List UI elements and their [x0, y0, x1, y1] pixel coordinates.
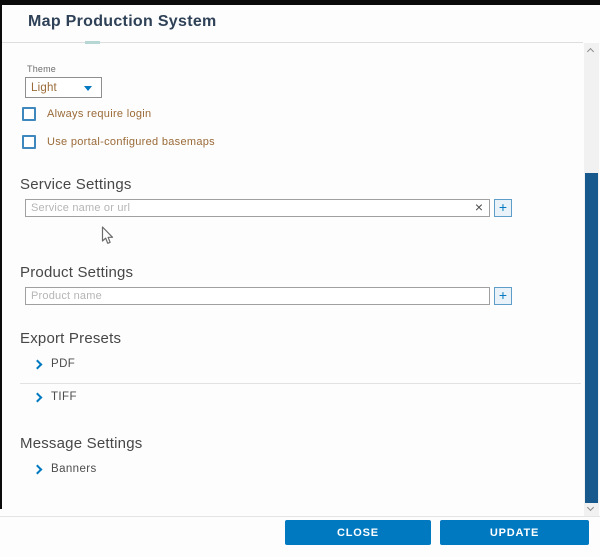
message-banners-label: Banners — [51, 463, 97, 475]
scrollbar-thumb[interactable] — [585, 173, 598, 503]
theme-select[interactable]: Light — [25, 77, 102, 98]
preset-divider — [20, 383, 581, 384]
scroll-down-arrow-icon[interactable] — [584, 502, 599, 516]
export-presets-heading: Export Presets — [20, 330, 121, 347]
chevron-right-icon — [33, 393, 43, 403]
add-product-button[interactable]: + — [494, 287, 512, 305]
update-button[interactable]: UPDATE — [440, 520, 589, 545]
service-name-input[interactable] — [25, 199, 490, 217]
footer-divider — [0, 516, 600, 517]
theme-selected-value: Light — [31, 82, 57, 94]
scrolled-content-remnant — [85, 41, 100, 44]
portal-basemaps-label: Use portal-configured basemaps — [47, 136, 215, 148]
mouse-cursor-icon — [101, 226, 115, 251]
window-frame-left — [0, 0, 2, 509]
export-preset-pdf-label: PDF — [51, 358, 75, 370]
map-production-system-dialog: Map Production System Theme Light Always… — [0, 0, 600, 557]
chevron-up-icon — [587, 48, 594, 55]
clear-icon[interactable]: × — [471, 199, 487, 217]
message-settings-heading: Message Settings — [20, 435, 142, 452]
always-require-login-checkbox[interactable] — [22, 107, 36, 121]
always-require-login-label: Always require login — [47, 108, 151, 120]
theme-label: Theme — [27, 64, 56, 74]
export-preset-tiff-label: TIFF — [51, 391, 77, 403]
vertical-scrollbar[interactable] — [584, 43, 599, 516]
dialog-title: Map Production System — [28, 13, 217, 31]
service-settings-heading: Service Settings — [20, 176, 132, 193]
window-frame-top — [0, 0, 600, 5]
scroll-up-arrow-icon[interactable] — [584, 43, 599, 57]
chevron-right-icon — [33, 465, 43, 475]
product-settings-heading: Product Settings — [20, 264, 133, 281]
chevron-right-icon — [33, 360, 43, 370]
chevron-down-icon — [84, 86, 92, 91]
product-name-input[interactable] — [25, 287, 490, 305]
chevron-down-icon — [587, 504, 594, 511]
close-button[interactable]: CLOSE — [285, 520, 431, 545]
add-service-button[interactable]: + — [494, 199, 512, 217]
portal-basemaps-checkbox[interactable] — [22, 135, 36, 149]
